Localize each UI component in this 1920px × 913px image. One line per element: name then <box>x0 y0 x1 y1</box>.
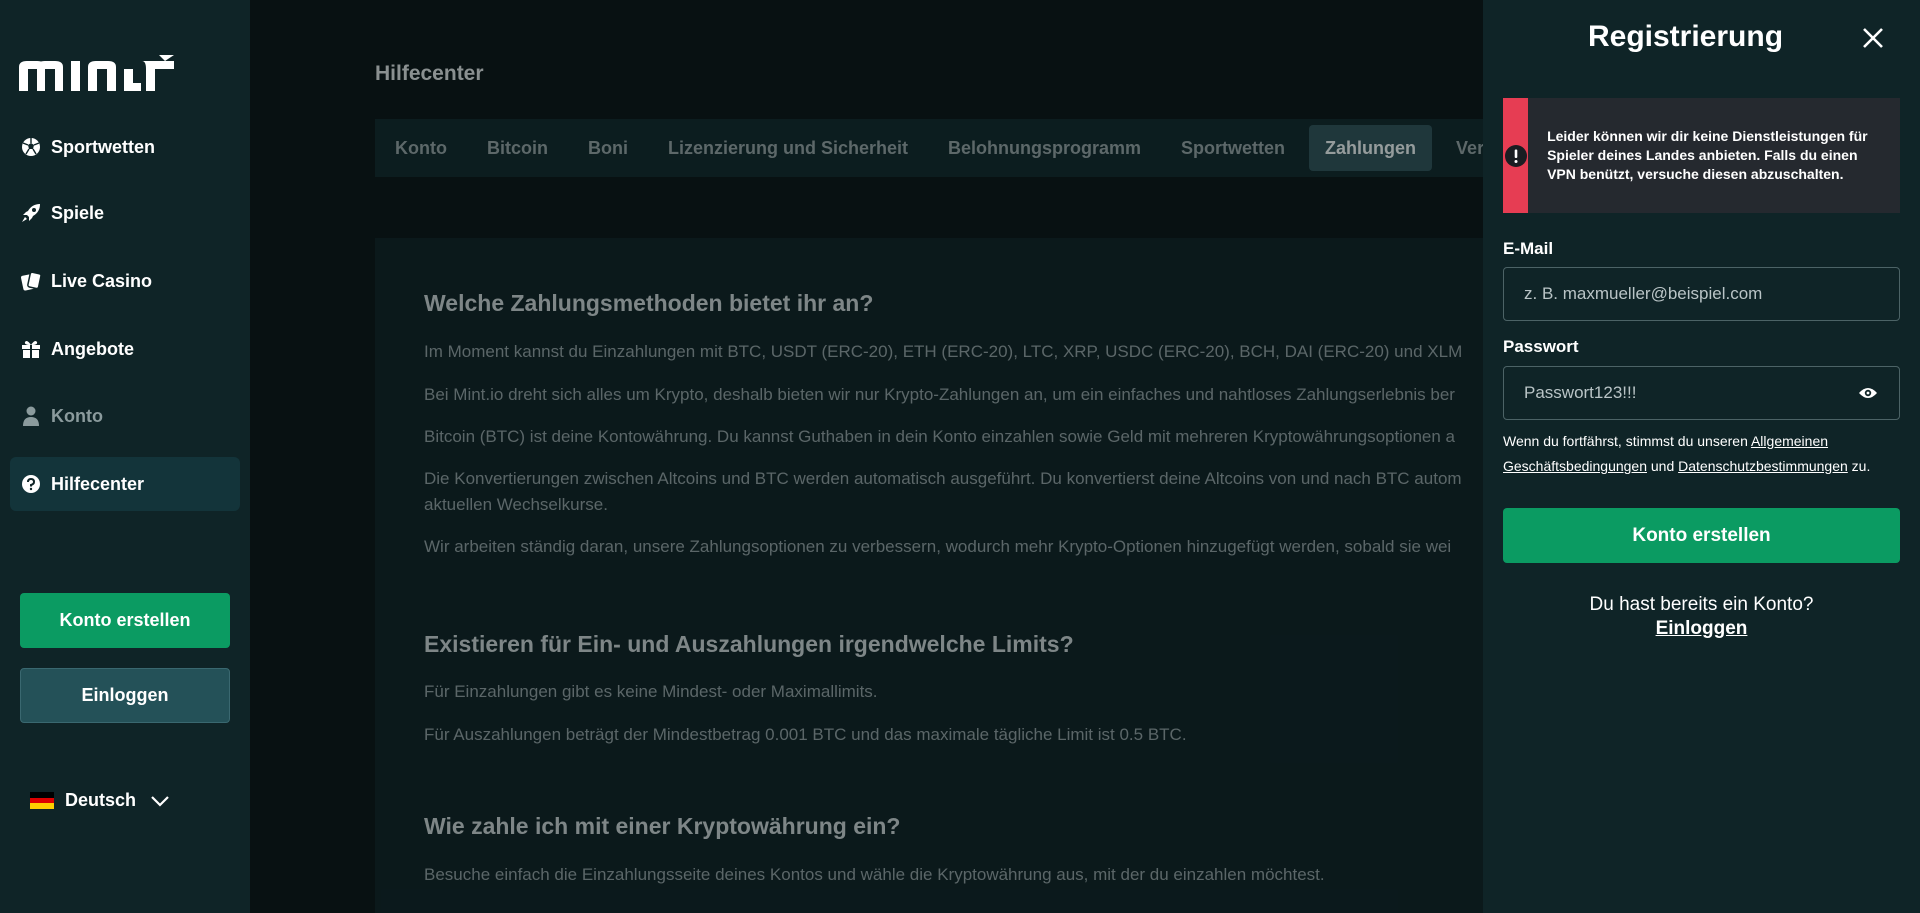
email-placeholder: z. B. maxmueller@beispiel.com <box>1524 284 1763 303</box>
geo-restriction-alert: Leider können wir dir keine Dienstleistu… <box>1503 98 1900 213</box>
email-label: E-Mail <box>1503 239 1554 258</box>
terms-suffix: zu. <box>1847 458 1871 474</box>
cards-icon <box>20 270 42 292</box>
register-panel: Registrierung Leider können wir dir kein… <box>1483 0 1920 913</box>
user-icon <box>20 405 42 427</box>
close-icon[interactable] <box>1860 25 1886 51</box>
sidebar-item-live-casino[interactable]: Live Casino <box>10 254 240 308</box>
sidebar-item-hilfecenter[interactable]: Hilfecenter <box>10 457 240 511</box>
sidebar-item-sportwetten[interactable]: Sportwetten <box>10 120 240 174</box>
alert-indicator <box>1503 98 1529 213</box>
sidebar: Sportwetten Spiele Live Casino Angebote … <box>0 0 250 913</box>
language-label: Deutsch <box>65 790 137 810</box>
gift-icon <box>20 338 42 360</box>
terms-notice: Wenn du fortfährst, stimmst du unseren A… <box>1503 429 1903 479</box>
register-button-sidebar[interactable]: Konto erstellen <box>20 593 230 648</box>
login-link[interactable]: Einloggen <box>1656 617 1748 641</box>
sidebar-item-label: Sportwetten <box>51 136 156 157</box>
sidebar-item-label: Konto <box>51 405 103 426</box>
germany-flag-icon <box>30 792 54 810</box>
create-account-button[interactable]: Konto erstellen <box>1503 508 1900 563</box>
sidebar-item-spiele[interactable]: Spiele <box>10 186 240 240</box>
password-label: Passwort <box>1503 337 1579 356</box>
login-prompt: Du hast bereits ein Konto? Einloggen <box>1503 593 1900 641</box>
main-content: Hilfecenter Konto Bitcoin Boni Lizenzier… <box>250 0 1483 913</box>
exclamation-icon <box>1504 144 1527 167</box>
sidebar-item-label: Spiele <box>51 202 105 223</box>
modal-backdrop[interactable] <box>250 0 1483 913</box>
sidebar-item-label: Hilfecenter <box>51 473 145 494</box>
terms-middle: und <box>1647 458 1679 474</box>
password-value: Passwort123!!! <box>1524 383 1637 402</box>
terms-prefix: Wenn du fortfährst, stimmst du unseren <box>1503 433 1751 449</box>
alert-message: Leider können wir dir keine Dienstleistu… <box>1547 128 1868 182</box>
password-field[interactable]: Passwort123!!! <box>1503 366 1900 420</box>
sidebar-item-label: Angebote <box>51 338 134 359</box>
soccer-ball-icon <box>20 136 42 158</box>
privacy-link[interactable]: Datenschutzbestimmungen <box>1678 458 1848 474</box>
chevron-down-icon <box>151 795 169 807</box>
language-selector[interactable]: Deutsch <box>30 790 170 811</box>
eye-icon[interactable] <box>1857 382 1879 404</box>
email-field[interactable]: z. B. maxmueller@beispiel.com <box>1503 267 1900 321</box>
rocket-icon <box>20 202 42 224</box>
sidebar-item-label: Live Casino <box>51 270 153 291</box>
sidebar-item-angebote[interactable]: Angebote <box>10 322 240 376</box>
already-account-text: Du hast bereits ein Konto? <box>1589 594 1814 615</box>
mint-logo[interactable] <box>19 55 175 91</box>
register-title: Registrierung <box>1587 20 1784 53</box>
help-circle-icon <box>20 473 42 495</box>
sidebar-item-konto[interactable]: Konto <box>10 389 240 443</box>
login-button-sidebar[interactable]: Einloggen <box>20 668 230 723</box>
